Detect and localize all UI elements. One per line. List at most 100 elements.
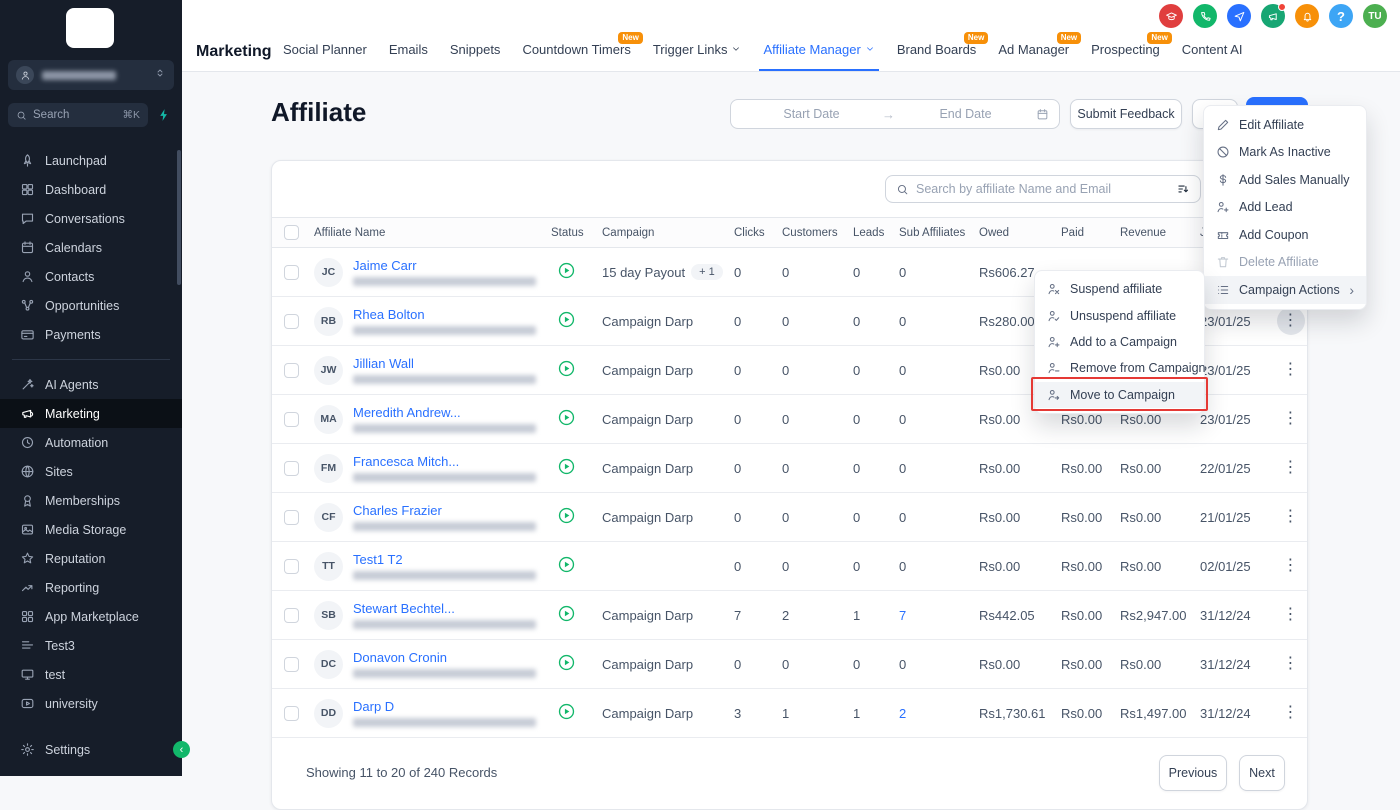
row-checkbox[interactable] bbox=[284, 559, 299, 574]
row-checkbox[interactable] bbox=[284, 314, 299, 329]
affiliate-name-link[interactable]: Rhea Bolton bbox=[353, 307, 536, 322]
row-actions-kebab-button[interactable]: ⋮ bbox=[1277, 503, 1305, 531]
tab-content-ai[interactable]: Content AI bbox=[1182, 27, 1243, 71]
menu-item-add-coupon[interactable]: Add Coupon bbox=[1204, 221, 1366, 249]
date-range-picker[interactable]: Start Date → End Date bbox=[730, 99, 1060, 129]
clicks-value: 0 bbox=[734, 510, 782, 525]
affiliate-name-link[interactable]: Meredith Andrew... bbox=[353, 405, 536, 420]
menu-item-remove-from-campaign[interactable]: Remove from Campaign bbox=[1035, 355, 1204, 381]
row-actions-kebab-button[interactable]: ⋮ bbox=[1277, 454, 1305, 482]
menu-item-edit-affiliate[interactable]: Edit Affiliate bbox=[1204, 111, 1366, 139]
dialer-icon[interactable] bbox=[1193, 4, 1217, 28]
tab-ad-manager[interactable]: New Ad Manager bbox=[998, 27, 1069, 71]
quick-actions-bolt-icon[interactable] bbox=[154, 108, 174, 122]
inactive-icon bbox=[1216, 145, 1230, 159]
tab-countdown-timers[interactable]: New Countdown Timers bbox=[522, 27, 630, 71]
row-checkbox[interactable] bbox=[284, 363, 299, 378]
affiliate-name-link[interactable]: Charles Frazier bbox=[353, 503, 536, 518]
menu-item-campaign-actions[interactable]: Campaign Actions › bbox=[1204, 276, 1366, 304]
next-page-button[interactable]: Next bbox=[1239, 755, 1285, 791]
previous-page-button[interactable]: Previous bbox=[1159, 755, 1227, 791]
row-actions-kebab-button[interactable]: ⋮ bbox=[1277, 356, 1305, 384]
sidebar-item-launchpad[interactable]: Launchpad bbox=[0, 146, 182, 175]
menu-item-move-to-campaign[interactable]: Move to Campaign bbox=[1035, 382, 1204, 408]
sidebar-item-opportunities[interactable]: Opportunities bbox=[0, 291, 182, 320]
affiliate-search-input[interactable]: Search by affiliate Name and Email bbox=[885, 175, 1201, 203]
row-checkbox[interactable] bbox=[284, 657, 299, 672]
sidebar-item-contacts[interactable]: Contacts bbox=[0, 262, 182, 291]
rewards-icon[interactable] bbox=[1295, 4, 1319, 28]
sidebar-item-test3[interactable]: Test3 bbox=[0, 631, 182, 660]
sidebar-item-automation[interactable]: Automation bbox=[0, 428, 182, 457]
tab-affiliate-manager[interactable]: Affiliate Manager bbox=[763, 27, 874, 71]
tab-trigger-links[interactable]: Trigger Links bbox=[653, 27, 742, 71]
menu-item-mark-as-inactive[interactable]: Mark As Inactive bbox=[1204, 139, 1366, 167]
row-checkbox[interactable] bbox=[284, 706, 299, 721]
affiliate-name-link[interactable]: Donavon Cronin bbox=[353, 650, 536, 665]
menu-item-unsuspend-affiliate[interactable]: Unsuspend affiliate bbox=[1035, 302, 1204, 328]
updates-icon[interactable] bbox=[1261, 4, 1285, 28]
affiliate-name-link[interactable]: Darp D bbox=[353, 699, 536, 714]
start-date-input[interactable]: Start Date bbox=[741, 107, 882, 121]
academy-icon[interactable] bbox=[1159, 4, 1183, 28]
chevron-down-icon bbox=[731, 44, 741, 54]
affiliate-name-link[interactable]: Test1 T2 bbox=[353, 552, 536, 567]
sidebar-item-label: App Marketplace bbox=[45, 610, 139, 624]
avatar-account[interactable]: TU bbox=[1363, 4, 1387, 28]
email-redacted bbox=[353, 473, 536, 482]
affiliate-name-link[interactable]: Jillian Wall bbox=[353, 356, 536, 371]
affiliate-name-link[interactable]: Jaime Carr bbox=[353, 258, 536, 273]
affiliate-name-link[interactable]: Stewart Bechtel... bbox=[353, 601, 536, 616]
sidebar-item-settings[interactable]: Settings bbox=[0, 735, 182, 764]
sidebar-item-memberships[interactable]: Memberships bbox=[0, 486, 182, 515]
account-switcher[interactable] bbox=[8, 60, 174, 90]
row-actions-kebab-button[interactable]: ⋮ bbox=[1277, 307, 1305, 335]
row-actions-kebab-button[interactable]: ⋮ bbox=[1277, 650, 1305, 678]
tab-social-planner[interactable]: Social Planner bbox=[283, 27, 367, 71]
tab-emails[interactable]: Emails bbox=[389, 27, 428, 71]
sidebar-item-calendars[interactable]: Calendars bbox=[0, 233, 182, 262]
megaphone-icon bbox=[1267, 10, 1280, 23]
sidebar-item-university[interactable]: university bbox=[0, 689, 182, 718]
menu-item-suspend-affiliate[interactable]: Suspend affiliate bbox=[1035, 276, 1204, 302]
tab-snippets[interactable]: Snippets bbox=[450, 27, 501, 71]
sidebar-item-ai-agents[interactable]: AI Agents bbox=[0, 370, 182, 399]
email-redacted bbox=[353, 669, 536, 678]
sidebar-item-app-marketplace[interactable]: App Marketplace bbox=[0, 602, 182, 631]
tab-brand-boards[interactable]: New Brand Boards bbox=[897, 27, 977, 71]
row-actions-kebab-button[interactable]: ⋮ bbox=[1277, 552, 1305, 580]
sidebar-item-conversations[interactable]: Conversations bbox=[0, 204, 182, 233]
new-badge: New bbox=[1057, 32, 1081, 44]
tab-prospecting[interactable]: New Prospecting bbox=[1091, 27, 1160, 71]
menu-item-delete-affiliate[interactable]: Delete Affiliate bbox=[1204, 249, 1366, 277]
help-icon[interactable]: ? bbox=[1329, 4, 1353, 28]
sidebar-item-reputation[interactable]: Reputation bbox=[0, 544, 182, 573]
sidebar-item-test[interactable]: test bbox=[0, 660, 182, 689]
select-all-checkbox[interactable] bbox=[284, 225, 299, 240]
sidebar-item-media-storage[interactable]: Media Storage bbox=[0, 515, 182, 544]
row-actions-kebab-button[interactable]: ⋮ bbox=[1277, 699, 1305, 727]
sidebar-item-reporting[interactable]: Reporting bbox=[0, 573, 182, 602]
row-actions-kebab-button[interactable]: ⋮ bbox=[1277, 601, 1305, 629]
sidebar-collapse-button[interactable]: ‹ bbox=[173, 741, 190, 758]
menu-item-add-lead[interactable]: Add Lead bbox=[1204, 194, 1366, 222]
affiliate-name-link[interactable]: Francesca Mitch... bbox=[353, 454, 536, 469]
menu-item-add-sales-manually[interactable]: Add Sales Manually bbox=[1204, 166, 1366, 194]
submit-feedback-button[interactable]: Submit Feedback bbox=[1070, 99, 1182, 129]
sidebar-search-input[interactable]: Search ⌘K bbox=[8, 103, 148, 127]
row-checkbox[interactable] bbox=[284, 510, 299, 525]
sidebar-item-dashboard[interactable]: Dashboard bbox=[0, 175, 182, 204]
sidebar-item-payments[interactable]: Payments bbox=[0, 320, 182, 349]
sidebar-item-sites[interactable]: Sites bbox=[0, 457, 182, 486]
row-checkbox[interactable] bbox=[284, 461, 299, 476]
sort-icon[interactable] bbox=[1176, 182, 1190, 196]
row-checkbox[interactable] bbox=[284, 608, 299, 623]
tab-label: Snippets bbox=[450, 42, 501, 57]
end-date-input[interactable]: End Date bbox=[895, 107, 1036, 121]
row-actions-kebab-button[interactable]: ⋮ bbox=[1277, 405, 1305, 433]
menu-item-add-to-a-campaign[interactable]: Add to a Campaign bbox=[1035, 329, 1204, 355]
row-checkbox[interactable] bbox=[284, 412, 299, 427]
row-checkbox[interactable] bbox=[284, 265, 299, 280]
sidebar-item-marketing[interactable]: Marketing bbox=[0, 399, 182, 428]
connect-icon[interactable] bbox=[1227, 4, 1251, 28]
